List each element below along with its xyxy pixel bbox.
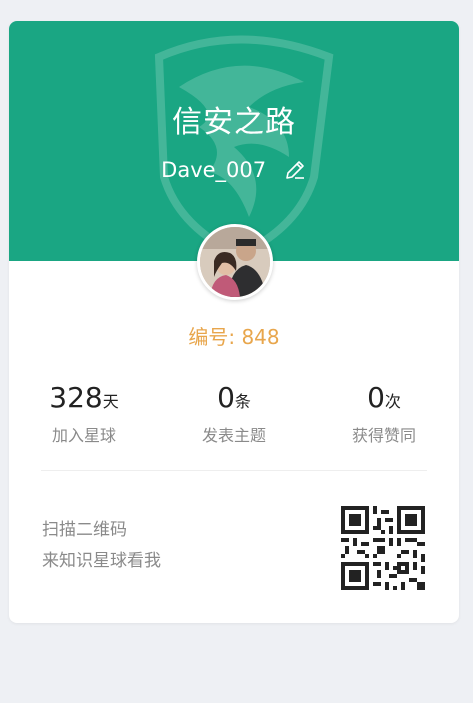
stat-posts-unit: 条 [234, 392, 251, 411]
stat-posts[interactable]: 0条 发表主题 [159, 381, 309, 446]
stats-row: 328天 加入星球 0条 发表主题 0次 获得赞同 [9, 381, 459, 461]
scan-prompt: 扫描二维码 来知识星球看我 [42, 515, 161, 577]
pencil-edit-icon[interactable] [283, 158, 307, 182]
stat-likes[interactable]: 0次 获得赞同 [309, 381, 459, 446]
avatar[interactable] [197, 224, 273, 300]
stat-likes-label: 获得赞同 [351, 426, 416, 445]
stat-joined: 328天 加入星球 [9, 381, 159, 446]
username: Dave_007 [161, 158, 267, 182]
user-row: Dave_007 [9, 157, 459, 182]
stat-likes-unit: 次 [384, 392, 401, 411]
member-number: 编号: 848 [188, 325, 280, 349]
stat-joined-unit: 天 [102, 392, 119, 411]
stat-posts-label: 发表主题 [201, 426, 266, 445]
stat-likes-value: 0 [367, 381, 385, 414]
avatar-photo-icon [200, 227, 270, 297]
dragon-shield-logo-icon [154, 35, 334, 257]
scan-line-2: 来知识星球看我 [42, 551, 161, 571]
stat-joined-value: 328 [49, 381, 103, 414]
profile-card: 信安之路 Dave_007 编号: 848 328天 加入星球 0条 发表主题 … [9, 21, 459, 623]
stat-posts-value: 0 [217, 381, 235, 414]
divider [41, 470, 427, 471]
group-title: 信安之路 [172, 105, 296, 140]
stat-joined-label: 加入星球 [51, 426, 116, 445]
scan-line-1: 扫描二维码 [42, 520, 127, 540]
qr-code-icon[interactable] [341, 506, 425, 590]
